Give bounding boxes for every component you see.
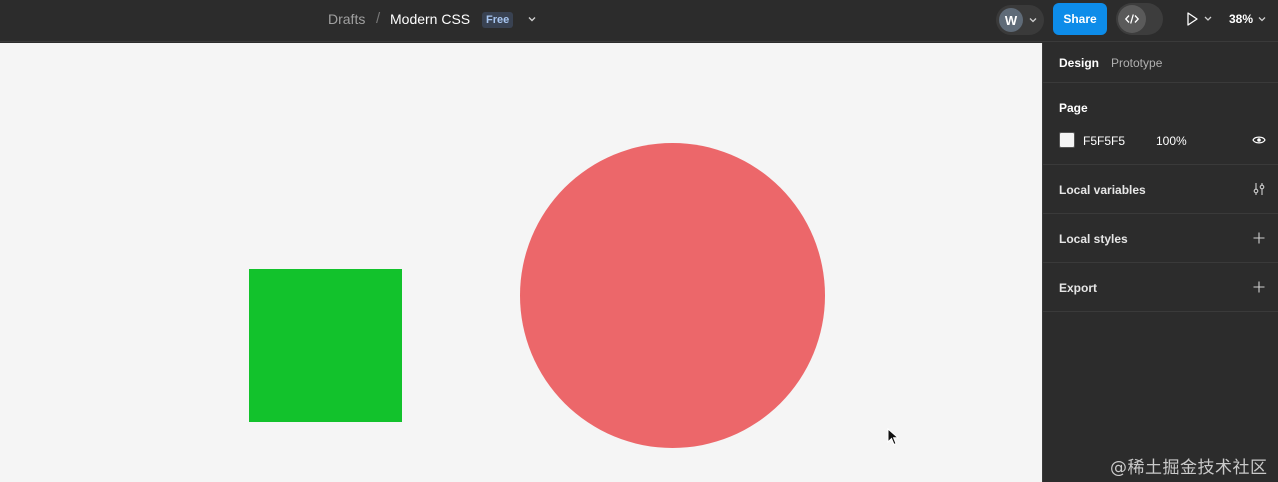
local-variables-label: Local variables	[1059, 183, 1146, 197]
multiplayer-avatar-menu[interactable]: W	[996, 5, 1044, 35]
zoom-level: 38%	[1229, 12, 1254, 26]
page-color-hex-field[interactable]: F5F5F5	[1083, 134, 1125, 148]
chevron-down-icon	[1258, 17, 1266, 22]
tab-design[interactable]: Design	[1059, 56, 1099, 70]
page-section-title: Page	[1059, 101, 1088, 115]
play-icon[interactable]	[1184, 11, 1216, 27]
plan-badge: Free	[482, 12, 514, 28]
avatar: W	[999, 8, 1023, 32]
green-rectangle-shape[interactable]	[249, 269, 402, 422]
plus-icon[interactable]	[1252, 231, 1266, 245]
local-variables-section[interactable]: Local variables	[1043, 165, 1278, 214]
breadcrumb-separator: /	[376, 10, 381, 27]
red-ellipse-shape[interactable]	[520, 143, 825, 448]
code-icon	[1118, 5, 1146, 33]
properties-panel: Design Prototype Page F5F5F5 100% Local …	[1042, 43, 1278, 482]
local-styles-label: Local styles	[1059, 232, 1128, 246]
panel-tabs: Design Prototype	[1043, 43, 1278, 83]
dev-mode-toggle[interactable]	[1116, 3, 1163, 35]
top-toolbar: Drafts / Modern CSS Free W Share 38%	[0, 0, 1278, 42]
page-opacity-field[interactable]: 100%	[1156, 134, 1187, 148]
design-canvas[interactable]	[0, 43, 1042, 482]
breadcrumb-drafts[interactable]: Drafts	[328, 11, 365, 27]
plus-icon[interactable]	[1252, 280, 1266, 294]
variables-icon[interactable]	[1252, 182, 1266, 196]
chevron-down-icon	[1029, 18, 1037, 23]
zoom-menu[interactable]: 38%	[1229, 11, 1267, 27]
export-section[interactable]: Export	[1043, 263, 1278, 312]
share-button[interactable]: Share	[1053, 3, 1107, 35]
page-color-swatch[interactable]	[1059, 132, 1075, 148]
watermark: @稀土掘金技术社区	[1110, 458, 1268, 478]
chevron-down-icon[interactable]	[526, 13, 538, 25]
eye-icon[interactable]	[1252, 133, 1266, 147]
file-name[interactable]: Modern CSS	[390, 11, 470, 27]
local-styles-section[interactable]: Local styles	[1043, 214, 1278, 263]
cursor-icon	[887, 428, 899, 446]
tab-prototype[interactable]: Prototype	[1111, 56, 1162, 70]
export-label: Export	[1059, 281, 1098, 295]
page-section: Page F5F5F5 100%	[1043, 84, 1278, 165]
